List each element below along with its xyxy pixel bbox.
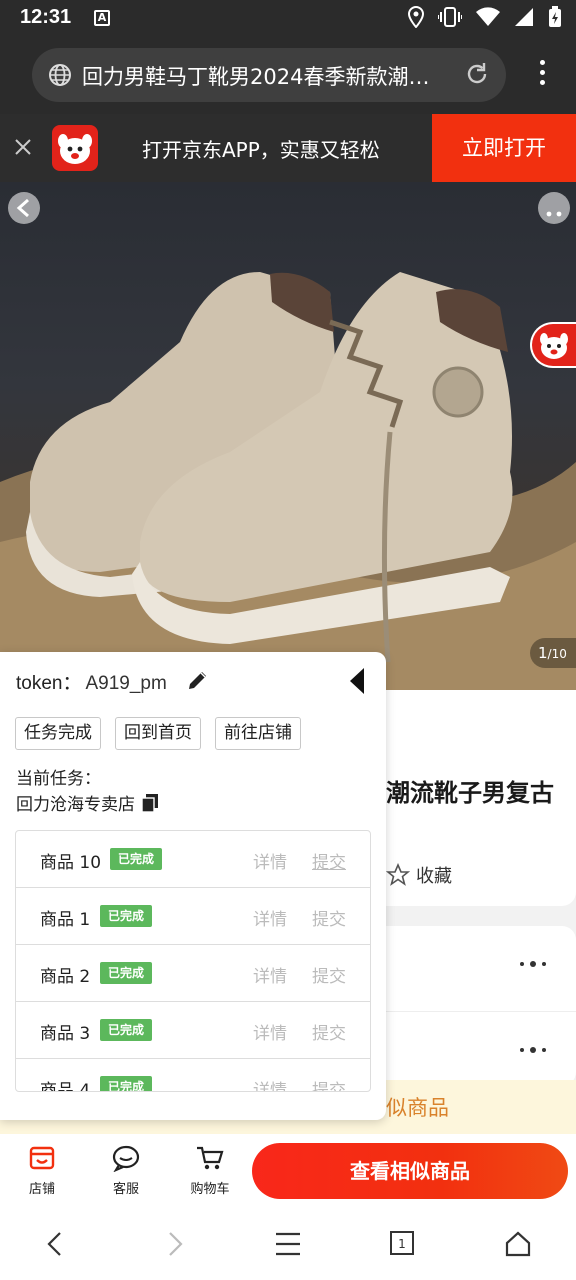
token-value: A919_pm	[85, 673, 167, 694]
signal-icon	[514, 7, 534, 31]
edit-icon[interactable]	[186, 668, 210, 696]
status-bar: 12:31 A	[0, 0, 576, 38]
item-submit-link[interactable]: 提交	[312, 962, 346, 987]
item-detail-link[interactable]: 详情	[253, 1076, 287, 1091]
service-label: 客服	[112, 1182, 139, 1197]
current-store-name: 回力沧海专卖店	[16, 795, 135, 815]
collect-label: 收藏	[416, 866, 452, 887]
current-store: 回力沧海专卖店	[16, 790, 159, 815]
item-detail-link[interactable]: 详情	[253, 1019, 287, 1044]
item-name: 商品 2	[40, 967, 91, 987]
status-badge: 已完成	[100, 1076, 153, 1091]
task-item: 商品 1 已完成 详情 提交	[16, 888, 370, 945]
status-badge: 已完成	[100, 1019, 153, 1041]
item-name: 商品 10	[40, 853, 102, 873]
similar-bar-text: 似商品	[386, 1096, 449, 1120]
item-name: 商品 1	[40, 910, 91, 930]
menu-icon[interactable]	[274, 1230, 302, 1262]
shop-button[interactable]: 店铺	[10, 1142, 74, 1197]
back-icon[interactable]	[8, 192, 40, 224]
cart-icon	[178, 1142, 242, 1174]
token-label: token：	[16, 673, 82, 694]
chat-icon	[94, 1142, 158, 1174]
item-detail-link[interactable]: 详情	[253, 962, 287, 987]
vibrate-icon	[437, 7, 463, 31]
task-item: 商品 4 已完成 详情 提交	[16, 1059, 370, 1092]
status-icons	[407, 5, 562, 32]
a-icon: A	[94, 10, 110, 26]
more-dots-icon	[520, 961, 546, 967]
task-item: 商品 2 已完成 详情 提交	[16, 945, 370, 1002]
shop-icon	[10, 1142, 74, 1174]
copy-icon[interactable]	[141, 793, 159, 813]
forward-nav-icon[interactable]	[162, 1230, 186, 1262]
collect-button[interactable]: 收藏	[386, 862, 452, 888]
jd-float-button[interactable]	[530, 322, 576, 368]
item-detail-link[interactable]: 详情	[253, 905, 287, 930]
token-row: token： A919_pm	[16, 668, 167, 695]
globe-icon	[48, 63, 72, 91]
task-item: 商品 3 已完成 详情 提交	[16, 1002, 370, 1059]
address-bar[interactable]: 回力男鞋马丁靴男2024春季新款潮…	[32, 48, 506, 102]
pager-current: 1	[538, 644, 548, 662]
current-task-label: 当前任务：	[16, 769, 101, 789]
tabs-icon[interactable]: 1	[389, 1230, 415, 1260]
location-icon	[407, 5, 425, 32]
close-icon[interactable]	[12, 136, 34, 158]
back-home-button[interactable]: 回到首页	[115, 717, 201, 750]
cart-button[interactable]: 购物车	[178, 1142, 242, 1197]
view-similar-button[interactable]: 查看相似商品	[252, 1143, 568, 1199]
item-submit-link[interactable]: 提交	[312, 1076, 346, 1091]
bottom-action-bar: 店铺 客服 购物车 查看相似商品	[0, 1134, 576, 1210]
jd-logo	[52, 125, 98, 171]
more-dots-icon	[520, 1047, 546, 1053]
home-icon[interactable]	[504, 1230, 532, 1262]
pager-total: /10	[547, 647, 567, 661]
status-badge: 已完成	[110, 848, 163, 870]
item-submit-link[interactable]: 提交	[312, 905, 346, 930]
star-icon	[386, 863, 410, 886]
url-text[interactable]: 回力男鞋马丁靴男2024春季新款潮…	[82, 61, 452, 91]
item-name: 商品 4	[40, 1081, 91, 1092]
task-item-list[interactable]: 商品 10 已完成 详情 提交 商品 1 已完成 详情 提交 商品 2 已完成 …	[15, 830, 371, 1092]
task-item: 商品 10 已完成 详情 提交	[16, 831, 370, 888]
wifi-icon	[476, 7, 500, 31]
svg-text:1: 1	[398, 1237, 406, 1251]
product-image	[0, 272, 576, 690]
cart-label: 购物车	[190, 1182, 230, 1197]
item-submit-link[interactable]: 提交	[312, 848, 346, 873]
open-app-button[interactable]: 立即打开	[432, 114, 576, 182]
banner-text: 打开京东APP，实惠又轻松	[142, 138, 380, 162]
battery-icon	[548, 6, 562, 32]
more-options-icon[interactable]	[538, 192, 570, 224]
browser-toolbar: 回力男鞋马丁靴男2024春季新款潮…	[0, 38, 576, 114]
collapse-panel-icon[interactable]	[348, 666, 366, 700]
panel-buttons: 任务完成 回到首页 前往店铺	[15, 717, 301, 750]
product-image-carousel[interactable]: 1/10	[0, 182, 576, 690]
app-banner: 打开京东APP，实惠又轻松 立即打开	[0, 114, 576, 182]
back-nav-icon[interactable]	[44, 1230, 68, 1262]
shop-label: 店铺	[28, 1182, 55, 1197]
image-pager: 1/10	[530, 638, 576, 668]
status-badge: 已完成	[100, 962, 153, 984]
item-detail-link[interactable]: 详情	[253, 848, 287, 873]
go-store-button[interactable]: 前往店铺	[215, 717, 301, 750]
reload-icon[interactable]	[464, 61, 490, 91]
item-name: 商品 3	[40, 1024, 91, 1044]
more-menu-icon[interactable]	[540, 60, 546, 90]
status-badge: 已完成	[100, 905, 153, 927]
task-complete-button[interactable]: 任务完成	[15, 717, 101, 750]
browser-nav-bar: 1	[0, 1210, 576, 1280]
status-time: 12:31	[20, 6, 72, 28]
task-panel: token： A919_pm 任务完成 回到首页 前往店铺 当前任务： 回力沧海专…	[0, 652, 386, 1120]
item-submit-link[interactable]: 提交	[312, 1019, 346, 1044]
service-button[interactable]: 客服	[94, 1142, 158, 1197]
